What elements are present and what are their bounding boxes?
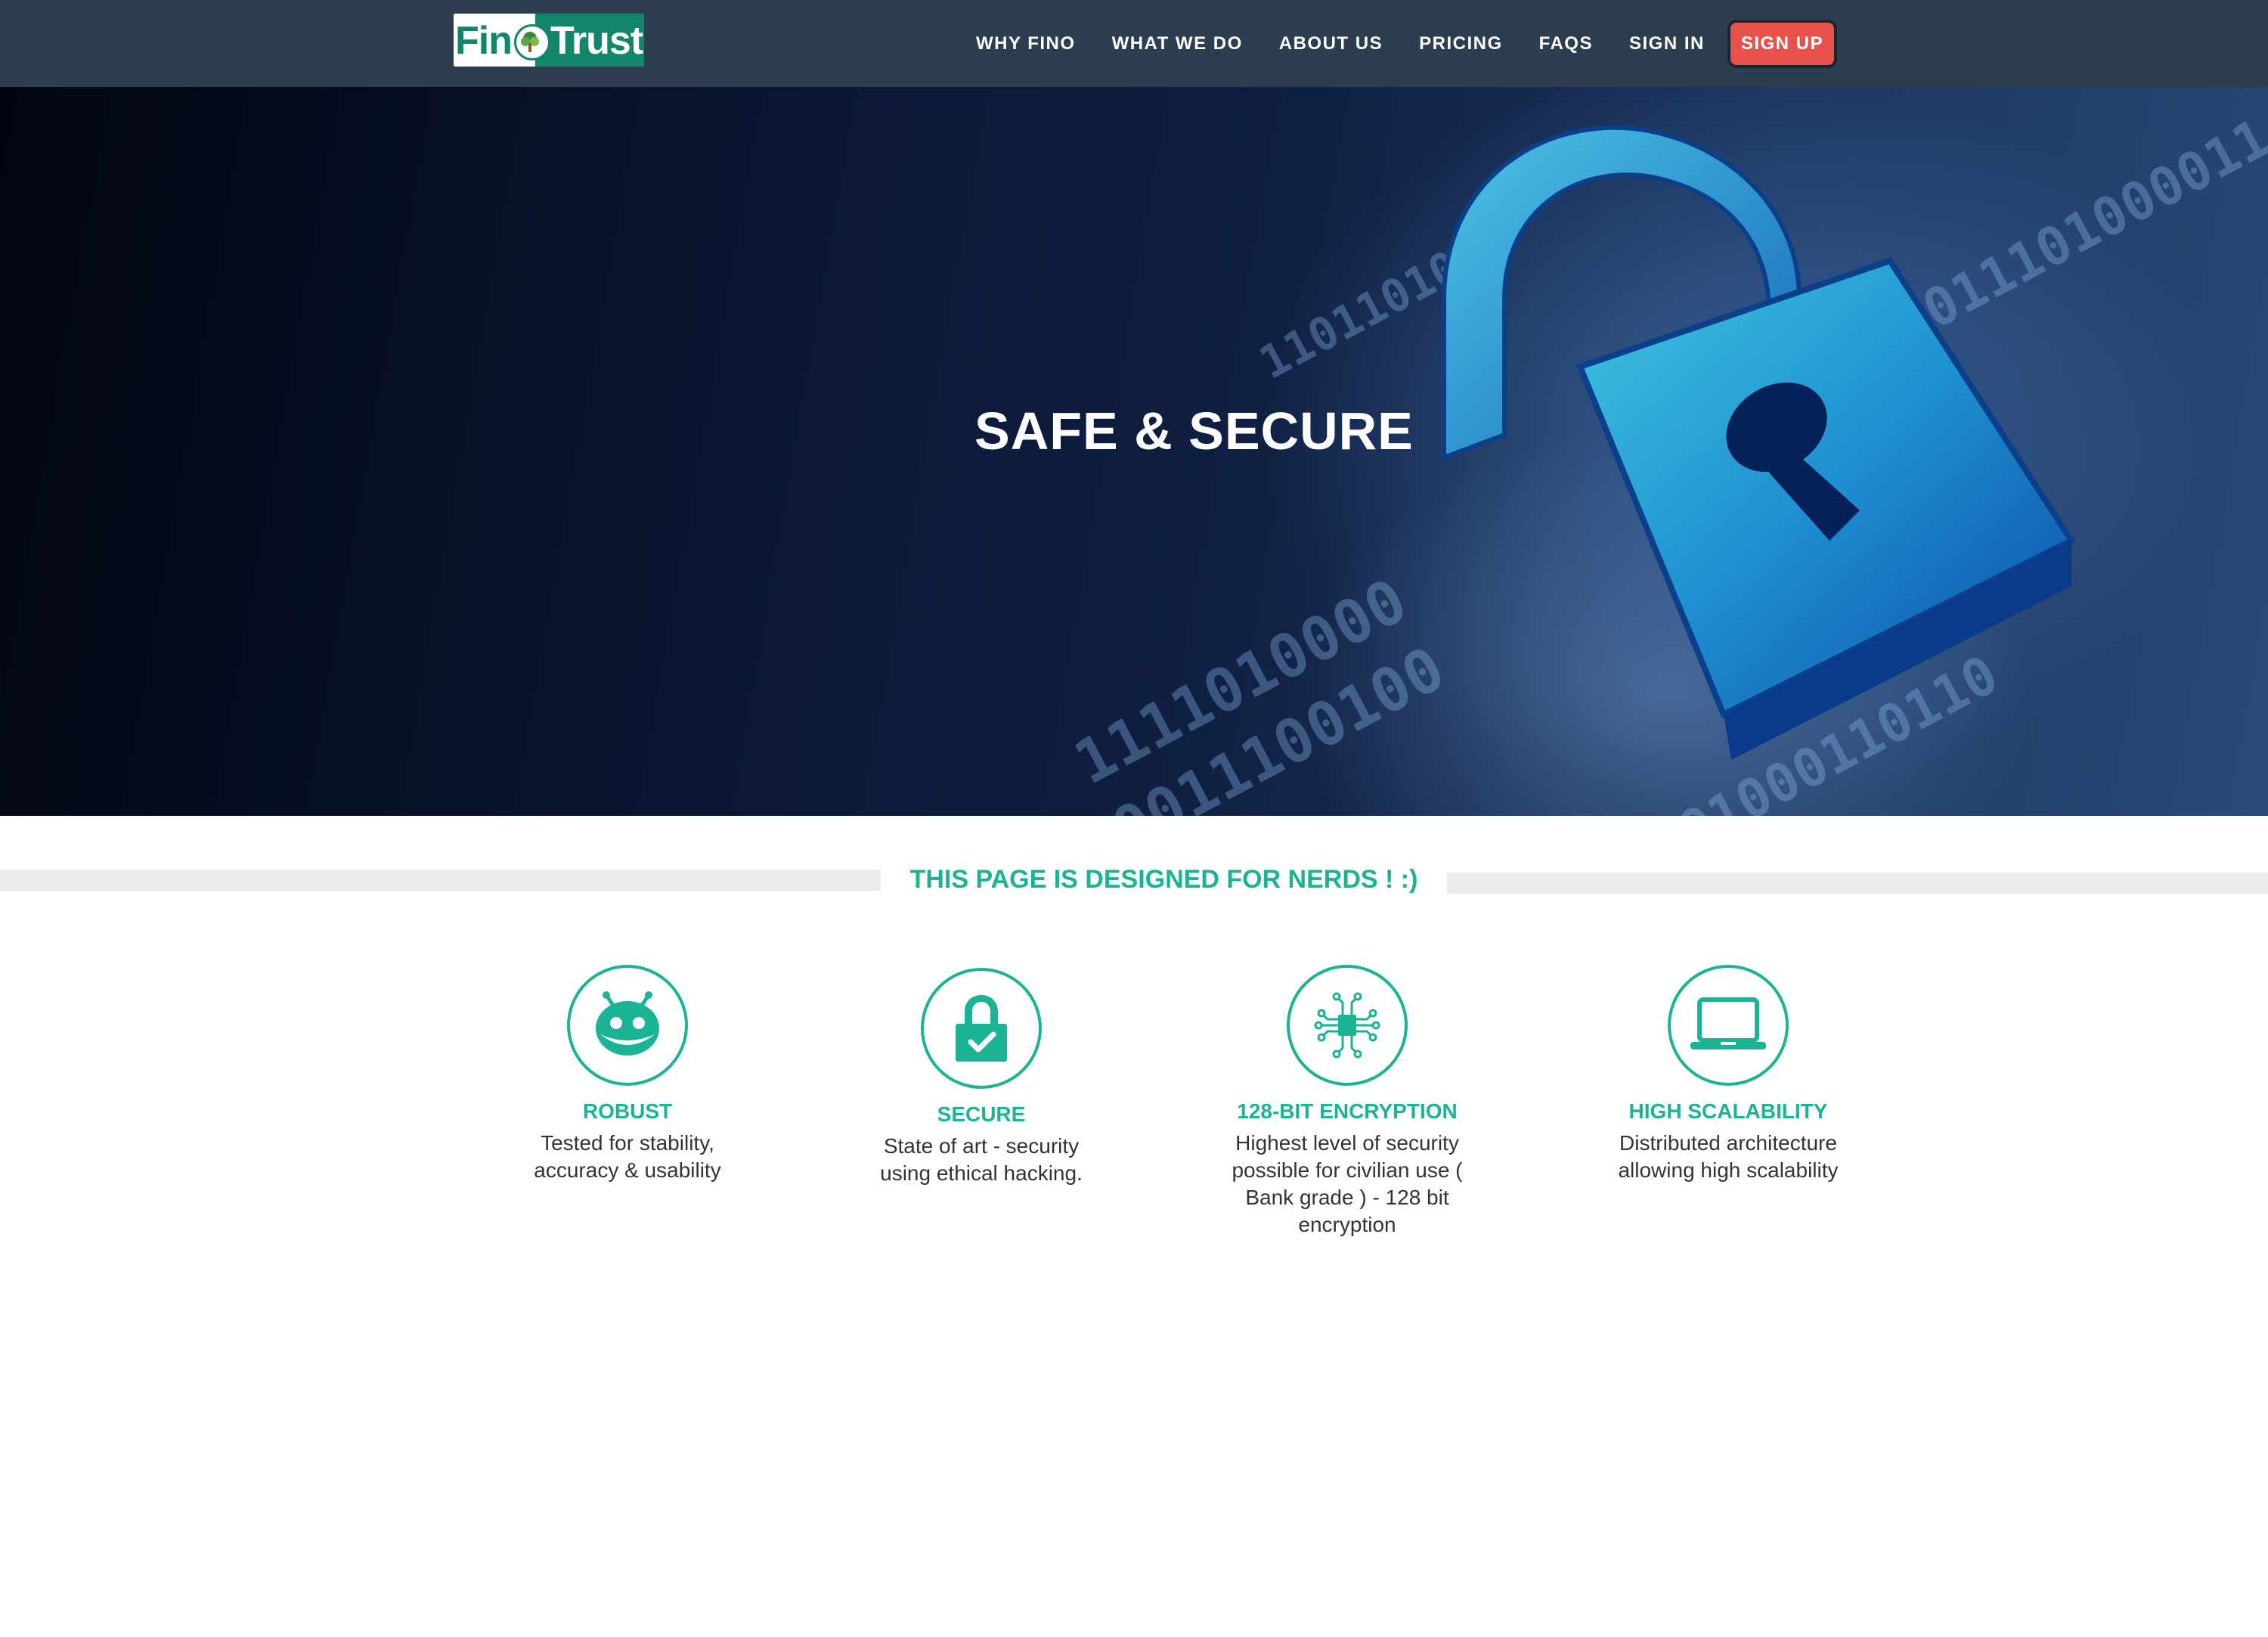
feature-description: Tested for stability, accuracy & usabili…	[534, 1131, 721, 1182]
nav-pricing[interactable]: PRICING	[1419, 33, 1503, 54]
section-divider-right	[1447, 873, 2268, 894]
navbar: Fin Trust WHY FINO WHAT WE DO ABOUT US P…	[0, 0, 2268, 87]
nav-why-fino[interactable]: WHY FINO	[976, 33, 1076, 54]
padlock-illustration	[1442, 125, 2076, 760]
hero-banner: 0011101000011 1111010000 0011100100 1101…	[0, 87, 2268, 816]
feature-title: 128-BIT ENCRYPTION	[1237, 1099, 1458, 1123]
nav-sign-in[interactable]: SIGN IN	[1629, 33, 1705, 54]
section-title: THIS PAGE IS DESIGNED FOR NERDS ! :)	[909, 865, 1418, 894]
hero-title: SAFE & SECURE	[974, 401, 1414, 460]
feature-robust: ROBUST Tested for stability, accuracy & …	[469, 965, 786, 1184]
nav-about-us[interactable]: ABOUT US	[1279, 33, 1383, 54]
feature-icon-circle	[921, 968, 1042, 1089]
feature-title: SECURE	[937, 1102, 1026, 1126]
laptop-icon	[1690, 997, 1766, 1049]
logo-right: Trust	[535, 14, 644, 67]
main-nav: WHY FINO WHAT WE DO ABOUT US PRICING FAQ…	[940, 0, 1837, 87]
feature-icon-circle	[1287, 965, 1408, 1086]
robot-icon	[596, 991, 659, 1056]
feature-icon-circle	[567, 965, 688, 1086]
feature-description: Distributed architecture allowing high s…	[1618, 1131, 1839, 1182]
feature-title: HIGH SCALABILITY	[1628, 1099, 1828, 1123]
feature-description: Highest level of security possible for c…	[1232, 1131, 1463, 1236]
sign-up-button[interactable]: SIGN UP	[1727, 19, 1837, 68]
chip-icon	[1314, 992, 1380, 1059]
feature-icon-circle	[1668, 965, 1789, 1086]
feature-scalability: HIGH SCALABILITY Distributed architectur…	[1569, 965, 1887, 1184]
lock-check-icon	[956, 995, 1007, 1062]
nav-faqs[interactable]: FAQS	[1539, 33, 1593, 54]
feature-description: State of art - security using ethical ha…	[880, 1134, 1083, 1185]
fintrust-logo[interactable]: Fin Trust	[454, 14, 644, 67]
section-divider-left	[0, 870, 881, 891]
feature-secure: SECURE State of art - security using eth…	[823, 968, 1140, 1187]
feature-title: ROBUST	[582, 1099, 673, 1123]
logo-text-trust: Trust	[550, 19, 643, 63]
logo-tree-icon	[514, 24, 550, 60]
logo-text-fin: Fin	[455, 19, 513, 63]
nav-what-we-do[interactable]: WHAT WE DO	[1112, 33, 1243, 54]
feature-encryption: 128-BIT ENCRYPTION Highest level of secu…	[1188, 965, 1506, 1239]
